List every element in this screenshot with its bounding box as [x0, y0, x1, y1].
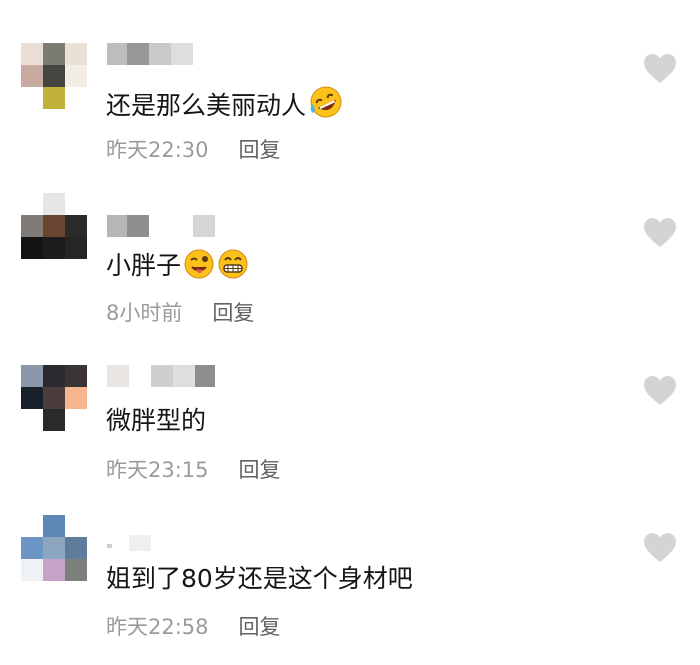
heart-icon[interactable] [643, 375, 677, 407]
avatar-pixel [43, 537, 65, 559]
avatar[interactable] [21, 43, 87, 109]
avatar-pixel [65, 365, 87, 387]
avatar-pixel [21, 237, 43, 259]
comment-item: 姐到了80岁还是这个身材吧 昨天22:58 回复 [0, 515, 700, 655]
avatar[interactable] [21, 193, 87, 259]
rolling-laughing-emoji [310, 86, 342, 118]
comment-text: 微胖型的 [106, 404, 206, 438]
avatar-pixel [43, 365, 65, 387]
avatar-pixel [21, 537, 43, 559]
reply-button[interactable]: 回复 [212, 301, 254, 325]
avatar-pixel [65, 237, 87, 259]
comment-meta: 8小时前 回复 [106, 299, 254, 327]
heart-icon[interactable] [643, 532, 677, 564]
comment-text-content: 还是那么美丽动人 [106, 91, 307, 120]
comment-item: 微胖型的 昨天23:15 回复 [0, 365, 700, 495]
avatar-pixel [21, 409, 43, 431]
comment-meta: 昨天22:58 回复 [106, 613, 281, 641]
tongue-out-emoji [184, 249, 214, 279]
avatar-pixel [65, 409, 87, 431]
avatar-pixel [65, 43, 87, 65]
avatar-pixel [43, 515, 65, 537]
avatar-pixel [43, 87, 65, 109]
avatar-pixel [43, 215, 65, 237]
avatar-pixel [21, 215, 43, 237]
comment-text: 姐到了80岁还是这个身材吧 [106, 562, 413, 596]
avatar[interactable] [21, 515, 87, 581]
avatar-pixel [43, 559, 65, 581]
avatar-pixel [21, 515, 43, 537]
comment-time: 8小时前 [106, 301, 183, 325]
avatar-pixel [21, 65, 43, 87]
comment-text-content: 姐到了80岁还是这个身材吧 [106, 564, 413, 593]
avatar-pixel [43, 237, 65, 259]
avatar-pixel [65, 193, 87, 215]
comment-meta: 昨天23:15 回复 [106, 456, 281, 484]
comment-time: 昨天23:15 [106, 458, 209, 482]
avatar-pixel [65, 87, 87, 109]
comment-text-content: 微胖型的 [106, 406, 207, 435]
heart-icon[interactable] [643, 53, 677, 85]
avatar-pixel [21, 193, 43, 215]
comment-item: 还是那么美丽动人 昨天22:30 回复 [0, 43, 700, 173]
reply-button[interactable]: 回复 [239, 458, 281, 482]
avatar-pixel [21, 559, 43, 581]
avatar-pixel [65, 515, 87, 537]
avatar-pixel [43, 193, 65, 215]
comment-text: 小胖子 [106, 248, 249, 283]
avatar-pixel [21, 387, 43, 409]
comment-text: 还是那么美丽动人 [106, 84, 344, 123]
comment-meta: 昨天22:30 回复 [106, 136, 281, 164]
comment-text-content: 小胖子 [106, 251, 182, 280]
avatar-pixel [43, 387, 65, 409]
avatar-pixel [65, 537, 87, 559]
avatar-pixel [21, 43, 43, 65]
grinning-teeth-emoji [218, 249, 248, 279]
heart-icon[interactable] [643, 217, 677, 249]
reply-button[interactable]: 回复 [239, 138, 281, 162]
avatar-pixel [65, 215, 87, 237]
avatar-pixel [21, 87, 43, 109]
avatar-pixel [43, 43, 65, 65]
avatar-pixel [65, 387, 87, 409]
avatar-pixel [43, 65, 65, 87]
reply-button[interactable]: 回复 [239, 615, 281, 639]
comment-time: 昨天22:30 [106, 138, 209, 162]
avatar[interactable] [21, 365, 87, 431]
comment-item: 小胖子 8小时前 回复 [0, 193, 700, 333]
comment-time: 昨天22:58 [106, 615, 209, 639]
avatar-pixel [43, 409, 65, 431]
avatar-pixel [65, 65, 87, 87]
avatar-pixel [65, 559, 87, 581]
avatar-pixel [21, 365, 43, 387]
